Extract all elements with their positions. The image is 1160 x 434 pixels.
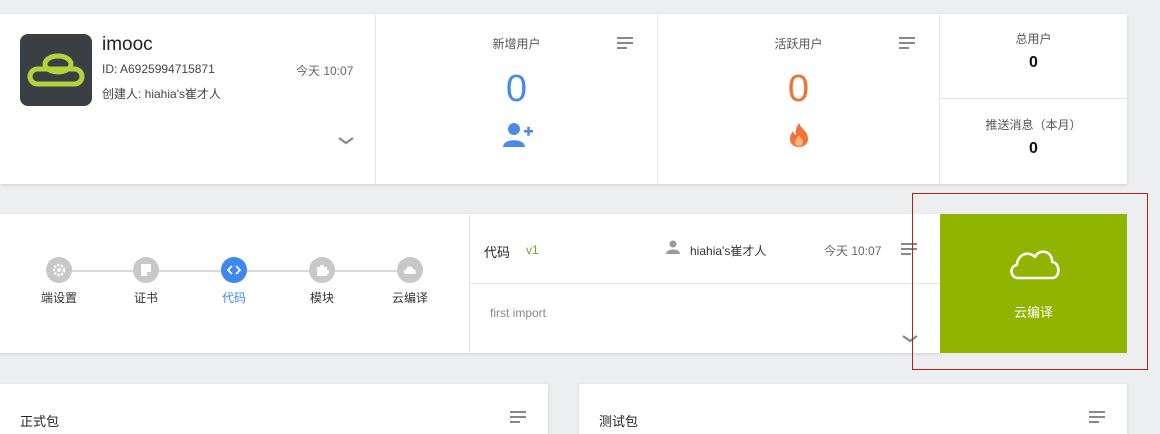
code-icon xyxy=(221,257,247,283)
total-users-label: 总用户 xyxy=(1015,32,1052,46)
cloud-build-label: 云编译 xyxy=(1013,305,1053,320)
cloud-build-button[interactable]: 云编译 xyxy=(940,214,1127,353)
cloud-icon xyxy=(397,257,423,283)
app-overview-card: imooc ID: A6925994715871 今天 10:07 创建人: h… xyxy=(0,14,1127,184)
step-certificate[interactable]: 证书 xyxy=(106,257,186,306)
step-modules[interactable]: 模块 xyxy=(282,257,362,306)
code-version: v1 xyxy=(526,243,539,257)
code-panel: 代码 v1 hiahia's崔才人 今天 10:07 first import xyxy=(470,214,940,353)
gear-icon xyxy=(46,257,72,283)
fire-icon xyxy=(783,122,815,148)
step-label: 模块 xyxy=(309,291,334,305)
app-name: imooc xyxy=(102,34,153,55)
step-label: 端设置 xyxy=(40,291,77,305)
active-users-value: 0 xyxy=(787,68,810,110)
add-user-icon xyxy=(501,122,533,148)
active-users-label: 活跃用户 xyxy=(774,37,823,51)
code-header: 代码 v1 hiahia's崔才人 今天 10:07 xyxy=(470,214,940,284)
cloud-icon xyxy=(1006,244,1062,282)
menu-icon[interactable] xyxy=(899,36,915,50)
step-label: 证书 xyxy=(133,291,158,305)
new-users-stat: 新增用户 0 xyxy=(376,14,658,184)
total-users-value: 0 xyxy=(1029,54,1038,71)
app-logo xyxy=(20,34,92,106)
step-code[interactable]: 代码 xyxy=(194,257,274,306)
app-created-time: 今天 10:07 xyxy=(296,64,354,78)
test-package-card: 测试包 xyxy=(579,384,1127,434)
push-messages-block: 推送消息（本月） 0 xyxy=(940,99,1127,184)
step-label: 代码 xyxy=(221,291,246,305)
new-users-label: 新增用户 xyxy=(492,37,541,51)
code-time: 今天 10:07 xyxy=(824,244,882,258)
push-messages-label: 推送消息（本月） xyxy=(985,118,1082,132)
certificate-icon xyxy=(133,257,159,283)
chevron-down-icon[interactable] xyxy=(336,134,356,148)
release-package-card: 正式包 xyxy=(0,384,548,434)
new-users-value: 0 xyxy=(505,68,528,110)
active-users-stat: 活跃用户 0 xyxy=(658,14,940,184)
totals-panel: 总用户 0 推送消息（本月） 0 xyxy=(940,14,1127,184)
release-package-title: 正式包 xyxy=(20,414,60,429)
chevron-down-icon[interactable] xyxy=(900,332,920,346)
code-user: hiahia's崔才人 xyxy=(690,244,767,258)
menu-icon[interactable] xyxy=(510,410,526,424)
menu-icon[interactable] xyxy=(617,36,633,50)
step-platform-settings[interactable]: 端设置 xyxy=(19,257,99,306)
menu-icon[interactable] xyxy=(901,242,917,256)
test-package-title: 测试包 xyxy=(599,414,639,429)
app-id: ID: A6925994715871 xyxy=(102,62,215,76)
app-info: imooc ID: A6925994715871 今天 10:07 创建人: h… xyxy=(0,14,376,184)
steps-nav: 端设置 证书 代码 模块 云编译 xyxy=(0,214,470,353)
step-cloud-build[interactable]: 云编译 xyxy=(370,257,450,306)
total-users-block: 总用户 0 xyxy=(940,14,1127,99)
puzzle-icon xyxy=(309,257,335,283)
step-label: 云编译 xyxy=(391,291,428,305)
build-steps-card: 端设置 证书 代码 模块 云编译 代码 v1 hiahia's崔才人 今天 10… xyxy=(0,214,940,353)
user-icon xyxy=(666,240,680,254)
app-creator: 创建人: hiahia's崔才人 xyxy=(102,87,221,101)
commit-message: first import xyxy=(490,306,547,320)
menu-icon[interactable] xyxy=(1089,410,1105,424)
code-title: 代码 xyxy=(484,245,511,260)
push-messages-value: 0 xyxy=(1029,140,1038,157)
